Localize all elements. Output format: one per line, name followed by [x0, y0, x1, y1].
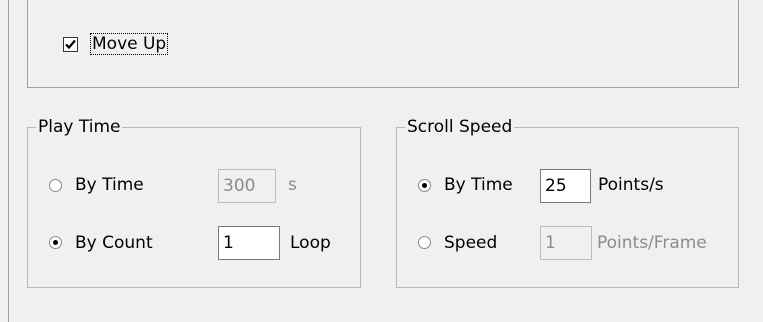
scroll-speed-speed-label[interactable]: Speed: [444, 232, 497, 254]
play-time-loop-count-input[interactable]: 1: [218, 226, 280, 260]
play-time-by-count-radio[interactable]: [49, 236, 62, 249]
play-time-by-time-radio[interactable]: [49, 179, 62, 192]
play-time-by-count-label[interactable]: By Count: [75, 232, 153, 254]
scroll-speed-title: Scroll Speed: [405, 116, 515, 138]
radio-selected-dot: [53, 240, 58, 245]
scroll-speed-by-time-radio[interactable]: [418, 179, 431, 192]
checkmark-icon: [65, 39, 76, 50]
radio-selected-dot: [422, 183, 427, 188]
dialog-left-edge: [8, 0, 9, 322]
move-up-label[interactable]: Move Up: [90, 33, 169, 55]
scroll-speed-points-per-second-unit: Points/s: [598, 175, 664, 195]
scroll-speed-by-time-label[interactable]: By Time: [444, 174, 513, 196]
play-time-seconds-unit: s: [288, 175, 297, 195]
scroll-speed-speed-radio[interactable]: [418, 236, 431, 249]
play-time-group: Play Time: [27, 116, 361, 288]
scroll-speed-points-per-second-input[interactable]: 25: [540, 169, 591, 203]
move-up-checkbox[interactable]: [63, 37, 78, 52]
scroll-speed-group: Scroll Speed: [396, 116, 739, 288]
play-time-seconds-field: 300: [218, 169, 276, 203]
play-time-loop-unit: Loop: [290, 233, 331, 253]
scroll-speed-points-per-frame-unit: Points/Frame: [597, 233, 707, 253]
play-time-by-time-label[interactable]: By Time: [75, 174, 144, 196]
play-time-title: Play Time: [36, 116, 123, 138]
scroll-speed-points-per-frame-field: 1: [540, 226, 592, 260]
